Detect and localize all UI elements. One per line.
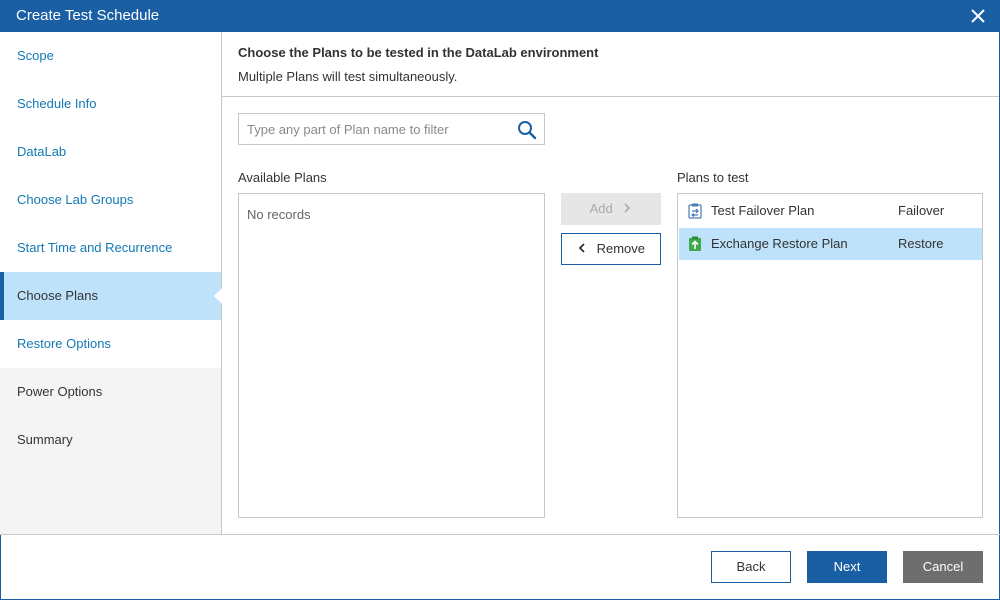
- step-schedule-info[interactable]: Schedule Info: [0, 80, 221, 128]
- chevron-left-icon: [578, 243, 585, 253]
- page-title: Choose the Plans to be tested in the Dat…: [238, 45, 599, 60]
- step-restore-options[interactable]: Restore Options: [0, 320, 221, 368]
- step-summary: Summary: [17, 432, 73, 447]
- step-choose-lab-groups[interactable]: Choose Lab Groups: [0, 176, 221, 224]
- wizard-steps-sidebar: Scope Schedule Info DataLab Choose Lab G…: [0, 32, 222, 534]
- title-bar: Create Test Schedule: [0, 0, 1000, 32]
- step-power-options: Power Options: [17, 384, 103, 399]
- plans-to-test-label: Plans to test: [677, 170, 749, 185]
- plan-name: Test Failover Plan: [711, 203, 815, 218]
- step-choose-plans[interactable]: Choose Plans: [0, 272, 222, 320]
- next-button[interactable]: Next: [807, 551, 887, 583]
- remove-button-label: Remove: [596, 241, 646, 256]
- failover-plan-icon: [688, 203, 702, 219]
- page-subtitle: Multiple Plans will test simultaneously.: [238, 69, 458, 84]
- back-button[interactable]: Back: [711, 551, 791, 583]
- plan-filter: [238, 113, 545, 145]
- add-button[interactable]: Add: [561, 193, 661, 225]
- search-icon[interactable]: [517, 120, 537, 140]
- plan-type: Restore: [898, 236, 944, 251]
- cancel-button[interactable]: Cancel: [903, 551, 983, 583]
- plan-name: Exchange Restore Plan: [711, 236, 848, 251]
- step-start-time-recurrence[interactable]: Start Time and Recurrence: [0, 224, 221, 272]
- available-plans-label: Available Plans: [238, 170, 327, 185]
- add-button-label: Add: [589, 201, 613, 216]
- plans-to-test-list: Test Failover Plan Failover Exchange Res…: [677, 193, 983, 518]
- step-datalab[interactable]: DataLab: [0, 128, 221, 176]
- close-icon[interactable]: [968, 6, 988, 26]
- list-item[interactable]: Exchange Restore Plan Restore: [679, 228, 982, 260]
- plan-type: Failover: [898, 203, 945, 218]
- no-records-text: No records: [247, 207, 311, 222]
- available-plans-list[interactable]: No records: [238, 193, 545, 518]
- step-scope[interactable]: Scope: [0, 32, 221, 80]
- page-header: Choose the Plans to be tested in the Dat…: [222, 32, 999, 97]
- plan-filter-input[interactable]: [247, 120, 512, 138]
- remove-button[interactable]: Remove: [561, 233, 661, 265]
- list-item[interactable]: Test Failover Plan Failover: [679, 195, 982, 227]
- chevron-right-icon: [624, 203, 631, 213]
- restore-plan-icon: [689, 236, 701, 251]
- window-title: Create Test Schedule: [16, 7, 160, 24]
